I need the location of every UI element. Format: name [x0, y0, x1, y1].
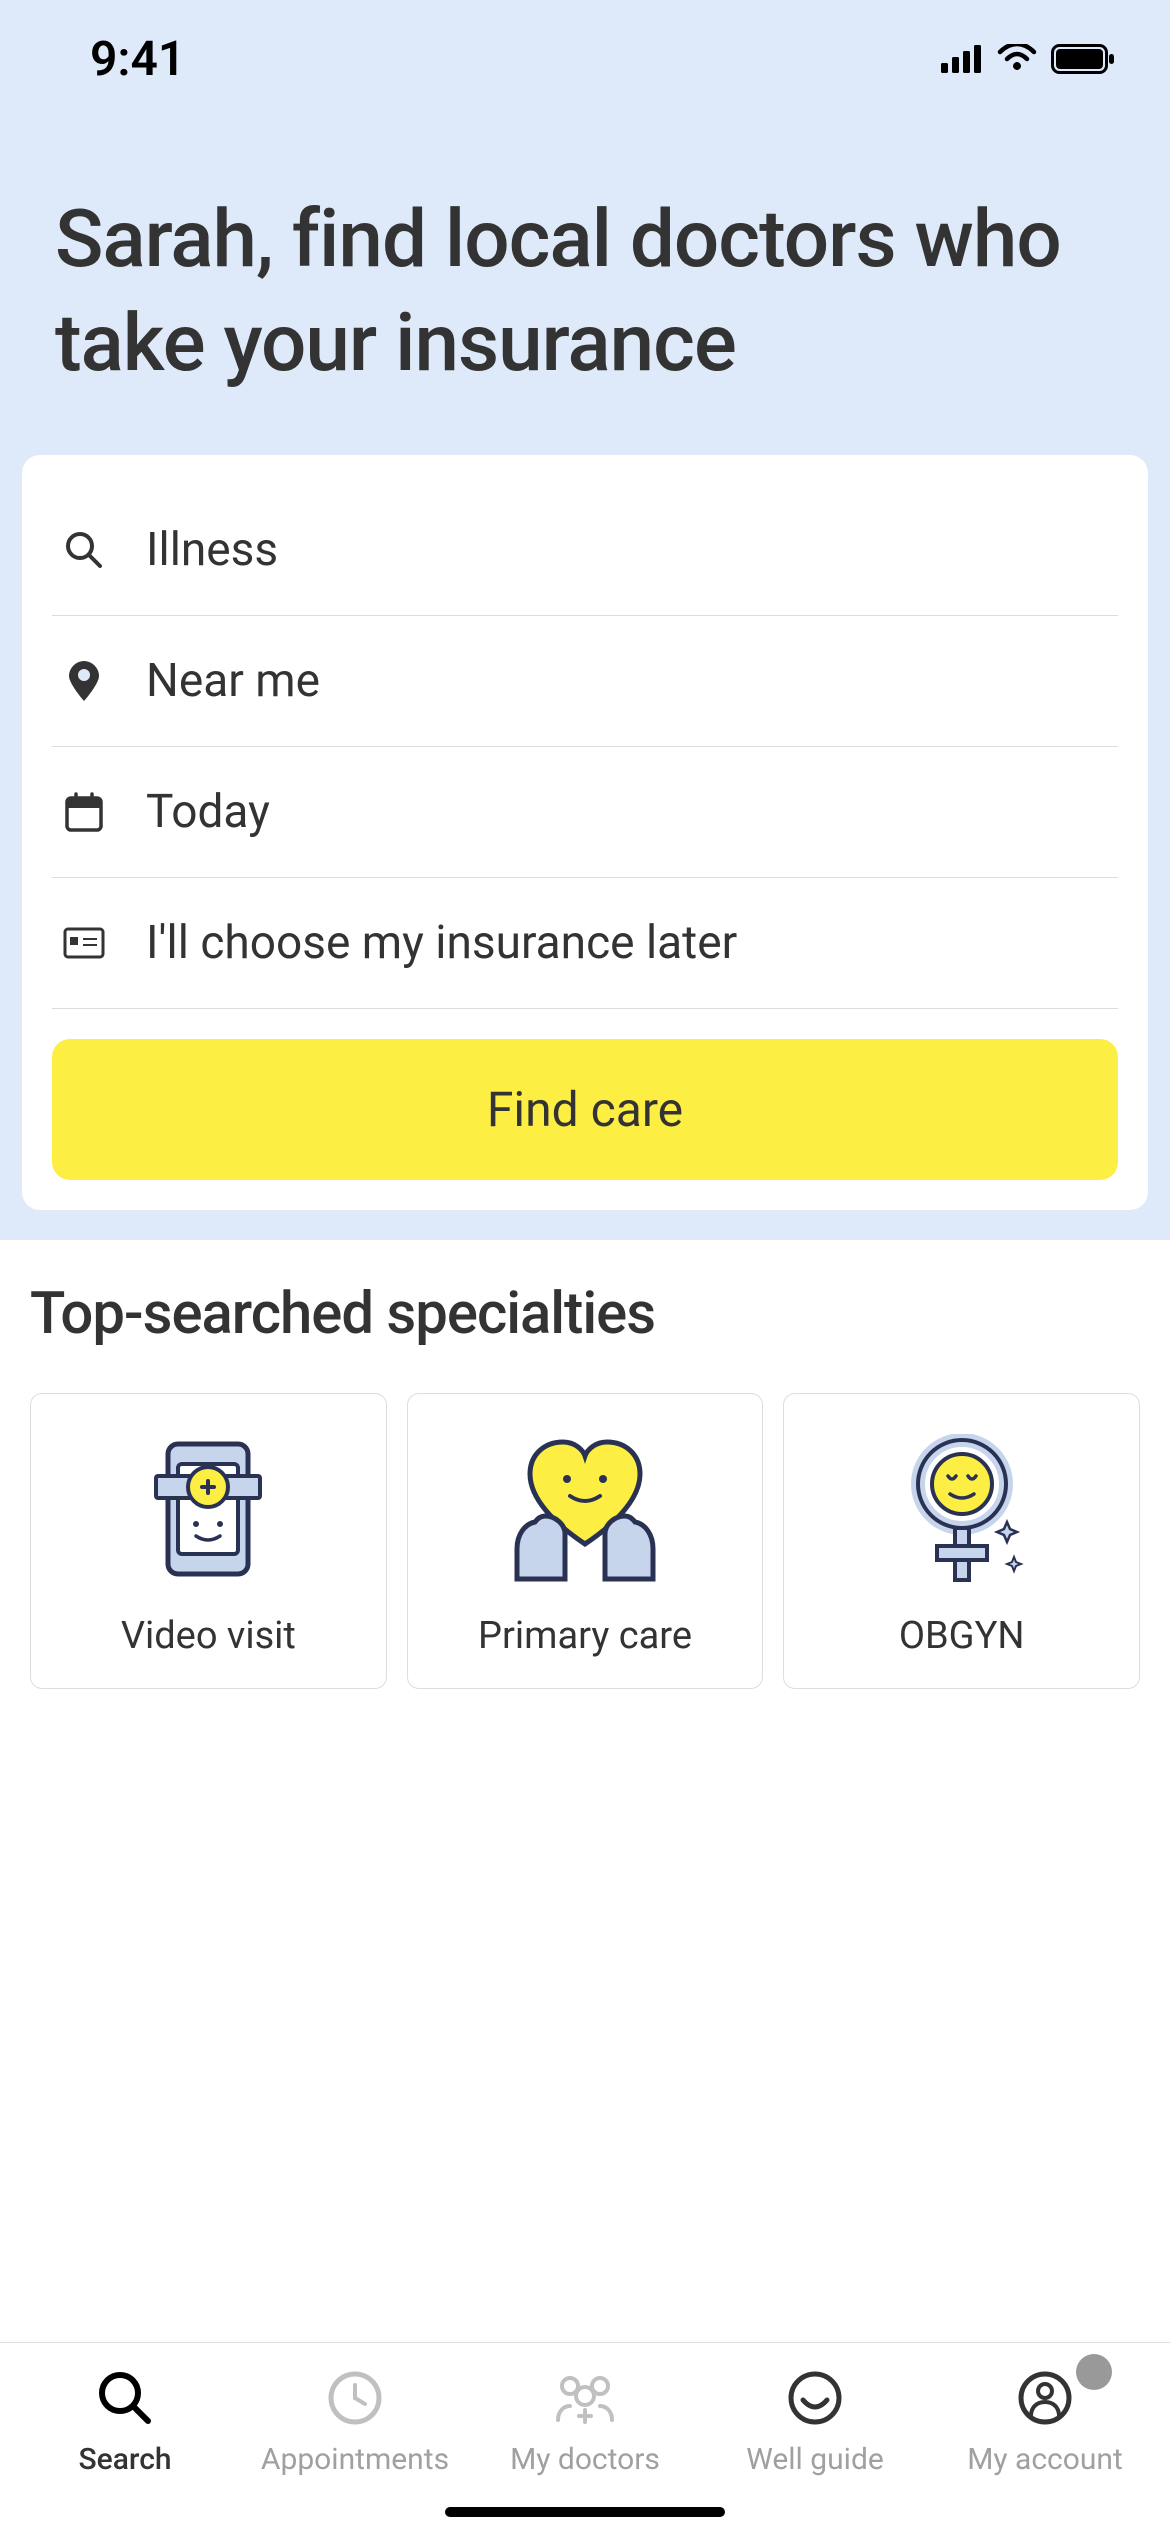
status-time: 9:41: [90, 30, 185, 87]
battery-icon: [1051, 44, 1115, 74]
clock-icon: [327, 2368, 383, 2428]
tab-label: Well guide: [746, 2442, 884, 2477]
primary-care-icon: [505, 1434, 665, 1584]
tab-my-doctors[interactable]: My doctors: [470, 2368, 700, 2477]
video-visit-icon: [138, 1434, 278, 1584]
search-insurance-row[interactable]: I'll choose my insurance later: [52, 878, 1118, 1009]
insurance-card-icon: [62, 927, 106, 959]
tab-label: Appointments: [261, 2442, 449, 2477]
account-icon: [1017, 2368, 1073, 2428]
hero-section: 9:41 Sarah, find local doctors who take …: [0, 0, 1170, 1240]
status-bar: 9:41: [0, 0, 1170, 107]
specialty-card-video[interactable]: Video visit: [30, 1393, 387, 1689]
specialties-title: Top-searched specialties: [30, 1280, 1140, 1348]
tab-label: My account: [967, 2442, 1123, 2477]
specialty-card-obgyn[interactable]: OBGYN: [783, 1393, 1140, 1689]
wifi-icon: [997, 44, 1037, 74]
specialty-label: OBGYN: [899, 1614, 1025, 1658]
notification-dot: [1076, 2354, 1112, 2390]
obgyn-icon: [882, 1434, 1042, 1584]
smile-icon: [787, 2368, 843, 2428]
find-care-button[interactable]: Find care: [52, 1039, 1118, 1180]
search-date-row[interactable]: Today: [52, 747, 1118, 878]
search-location-row[interactable]: Near me: [52, 616, 1118, 747]
home-indicator[interactable]: [445, 2507, 725, 2517]
page-title: Sarah, find local doctors who take your …: [0, 107, 1170, 455]
search-date-value: Today: [146, 785, 270, 839]
location-icon: [62, 661, 106, 701]
tab-my-account[interactable]: My account: [930, 2368, 1160, 2477]
doctors-icon: [550, 2368, 620, 2428]
search-condition-value: Illness: [146, 523, 278, 577]
tab-appointments[interactable]: Appointments: [240, 2368, 470, 2477]
cellular-icon: [941, 45, 983, 73]
tab-bar: Search Appointments My doctors: [0, 2342, 1170, 2487]
calendar-icon: [62, 792, 106, 832]
tab-search[interactable]: Search: [10, 2368, 240, 2477]
tab-label: Search: [78, 2442, 171, 2477]
tab-well-guide[interactable]: Well guide: [700, 2368, 930, 2477]
status-icons: [941, 44, 1115, 74]
specialties-row: Video visit Primary care: [30, 1393, 1140, 1689]
specialties-section: Top-searched specialties Video visit: [0, 1240, 1170, 2342]
specialty-label: Video visit: [121, 1614, 296, 1658]
search-location-value: Near me: [146, 654, 320, 708]
specialty-card-primary[interactable]: Primary care: [407, 1393, 764, 1689]
search-insurance-value: I'll choose my insurance later: [146, 916, 737, 970]
search-icon: [96, 2368, 154, 2428]
search-condition-row[interactable]: Illness: [52, 485, 1118, 616]
search-icon: [62, 530, 106, 570]
tab-label: My doctors: [510, 2442, 660, 2477]
specialty-label: Primary care: [478, 1614, 692, 1658]
search-card: Illness Near me Today: [22, 455, 1148, 1210]
